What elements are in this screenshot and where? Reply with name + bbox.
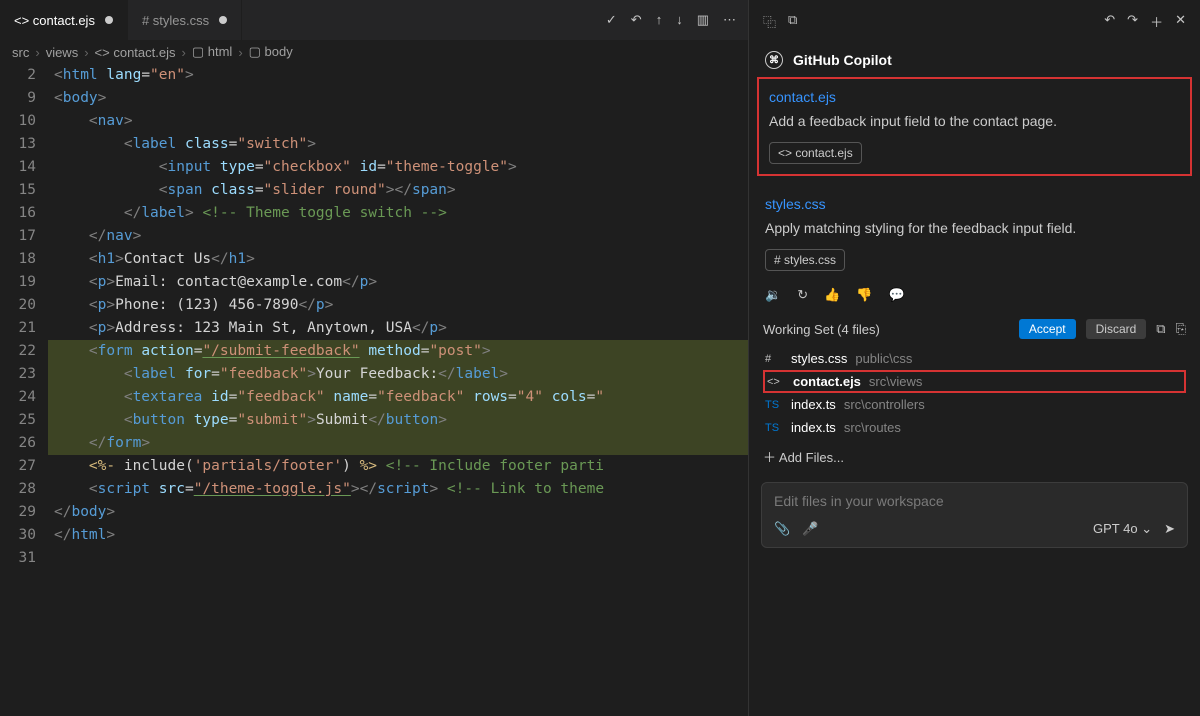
- attach-icon[interactable]: 📎: [774, 521, 790, 537]
- close-icon[interactable]: ✕: [1175, 12, 1186, 31]
- code-line[interactable]: 25 <button type="submit">Submit</button>: [0, 409, 748, 432]
- plus-icon[interactable]: ＋: [1150, 12, 1163, 31]
- code-line[interactable]: 21 <p>Address: 123 Main St, Anytown, USA…: [0, 317, 748, 340]
- chat-input[interactable]: Edit files in your workspace 📎 🎤 GPT 4o …: [761, 482, 1188, 548]
- comment-icon[interactable]: 💬: [888, 287, 904, 303]
- context-chip[interactable]: # styles.css: [765, 249, 845, 271]
- undo-icon[interactable]: ↶: [1104, 12, 1115, 31]
- code-line[interactable]: 24 <textarea id="feedback" name="feedbac…: [0, 386, 748, 409]
- split-icon[interactable]: ▥: [697, 12, 709, 28]
- chevron-down-icon: ⌄: [1141, 521, 1152, 536]
- copilot-request: styles.css Apply matching styling for the…: [749, 186, 1200, 283]
- copilot-icon: ⌘: [765, 51, 783, 69]
- working-set-file[interactable]: TSindex.tssrc\routes: [763, 416, 1186, 439]
- code-line[interactable]: 23 <label for="feedback">Your Feedback:<…: [0, 363, 748, 386]
- code-line[interactable]: 18 <h1>Contact Us</h1>: [0, 248, 748, 271]
- mic-icon[interactable]: 🎤: [802, 521, 818, 537]
- code-line[interactable]: 28 <script src="/theme-toggle.js"></scri…: [0, 478, 748, 501]
- panel-icon[interactable]: ⿻: [763, 12, 776, 31]
- feedback-actions: 🔉 ↻ 👍 👎 💬: [749, 283, 1200, 307]
- copilot-title: GitHub Copilot: [793, 52, 892, 68]
- request-description: Add a feedback input field to the contac…: [769, 111, 1180, 132]
- check-icon[interactable]: ✓: [606, 12, 617, 28]
- model-picker[interactable]: GPT 4o ⌄: [1093, 521, 1152, 537]
- chat-placeholder: Edit files in your workspace: [774, 493, 1175, 509]
- copy-icon[interactable]: ⧉: [1156, 321, 1165, 337]
- new-chat-icon[interactable]: ⧉: [788, 12, 797, 31]
- modified-dot: [105, 16, 113, 24]
- code-line[interactable]: 2<html lang="en">: [0, 64, 748, 87]
- tab-bar: <> contact.ejs# styles.css ✓ ↶ ↑ ↓ ▥ ⋯: [0, 0, 748, 40]
- add-files-button[interactable]: ＋ Add Files...: [749, 441, 1200, 472]
- arrow-down-icon[interactable]: ↓: [676, 12, 683, 28]
- working-set-file[interactable]: TSindex.tssrc\controllers: [763, 393, 1186, 416]
- undo-icon[interactable]: ↶: [631, 12, 642, 28]
- more-icon[interactable]: ⋯: [723, 12, 736, 28]
- thumbs-down-icon[interactable]: 👎: [856, 287, 872, 303]
- code-line[interactable]: 14 <input type="checkbox" id="theme-togg…: [0, 156, 748, 179]
- code-line[interactable]: 22 <form action="/submit-feedback" metho…: [0, 340, 748, 363]
- working-set-file[interactable]: #styles.csspublic\css: [763, 347, 1186, 370]
- discard-button[interactable]: Discard: [1086, 319, 1147, 339]
- code-line[interactable]: 26 </form>: [0, 432, 748, 455]
- breadcrumb-item[interactable]: ▢ body: [249, 44, 293, 60]
- code-line[interactable]: 29</body>: [0, 501, 748, 524]
- modified-dot: [219, 16, 227, 24]
- request-file-link[interactable]: contact.ejs: [769, 89, 1180, 105]
- code-line[interactable]: 15 <span class="slider round"></span>: [0, 179, 748, 202]
- tab-styles.css[interactable]: # styles.css: [128, 0, 242, 40]
- arrow-up-icon[interactable]: ↑: [656, 12, 663, 28]
- working-set-file[interactable]: <>contact.ejssrc\views: [763, 370, 1186, 393]
- redo-icon[interactable]: ↷: [1127, 12, 1138, 31]
- tab-contact.ejs[interactable]: <> contact.ejs: [0, 0, 128, 40]
- thumbs-up-icon[interactable]: 👍: [824, 287, 840, 303]
- panel-toolbar: ⿻ ⧉ ↶ ↷ ＋ ✕: [749, 0, 1200, 43]
- copilot-request: contact.ejs Add a feedback input field to…: [757, 77, 1192, 176]
- breadcrumb-item[interactable]: <> contact.ejs: [95, 45, 176, 60]
- code-line[interactable]: 27 <%- include('partials/footer') %> <!-…: [0, 455, 748, 478]
- breadcrumb: src›views›<> contact.ejs›▢ html›▢ body: [0, 40, 748, 64]
- code-line[interactable]: 30</html>: [0, 524, 748, 547]
- code-line[interactable]: 16 </label> <!-- Theme toggle switch -->: [0, 202, 748, 225]
- refresh-icon[interactable]: ↻: [797, 287, 808, 303]
- breadcrumb-item[interactable]: ▢ html: [192, 44, 232, 60]
- code-line[interactable]: 20 <p>Phone: (123) 456-7890</p>: [0, 294, 748, 317]
- send-icon[interactable]: ➤: [1164, 521, 1175, 537]
- breadcrumb-item[interactable]: views: [46, 45, 79, 60]
- code-line[interactable]: 9<body>: [0, 87, 748, 110]
- context-chip[interactable]: <> contact.ejs: [769, 142, 862, 164]
- code-line[interactable]: 31: [0, 547, 748, 570]
- diff-icon[interactable]: ⎘: [1176, 321, 1186, 337]
- speaker-icon[interactable]: 🔉: [765, 287, 781, 303]
- request-description: Apply matching styling for the feedback …: [765, 218, 1184, 239]
- code-line[interactable]: 17 </nav>: [0, 225, 748, 248]
- code-line[interactable]: 13 <label class="switch">: [0, 133, 748, 156]
- code-editor[interactable]: 2<html lang="en">9<body>10 <nav>13 <labe…: [0, 64, 748, 716]
- code-line[interactable]: 10 <nav>: [0, 110, 748, 133]
- code-line[interactable]: 19 <p>Email: contact@example.com</p>: [0, 271, 748, 294]
- request-file-link[interactable]: styles.css: [765, 196, 1184, 212]
- breadcrumb-item[interactable]: src: [12, 45, 29, 60]
- accept-button[interactable]: Accept: [1019, 319, 1076, 339]
- working-set-label: Working Set (4 files): [763, 322, 1009, 337]
